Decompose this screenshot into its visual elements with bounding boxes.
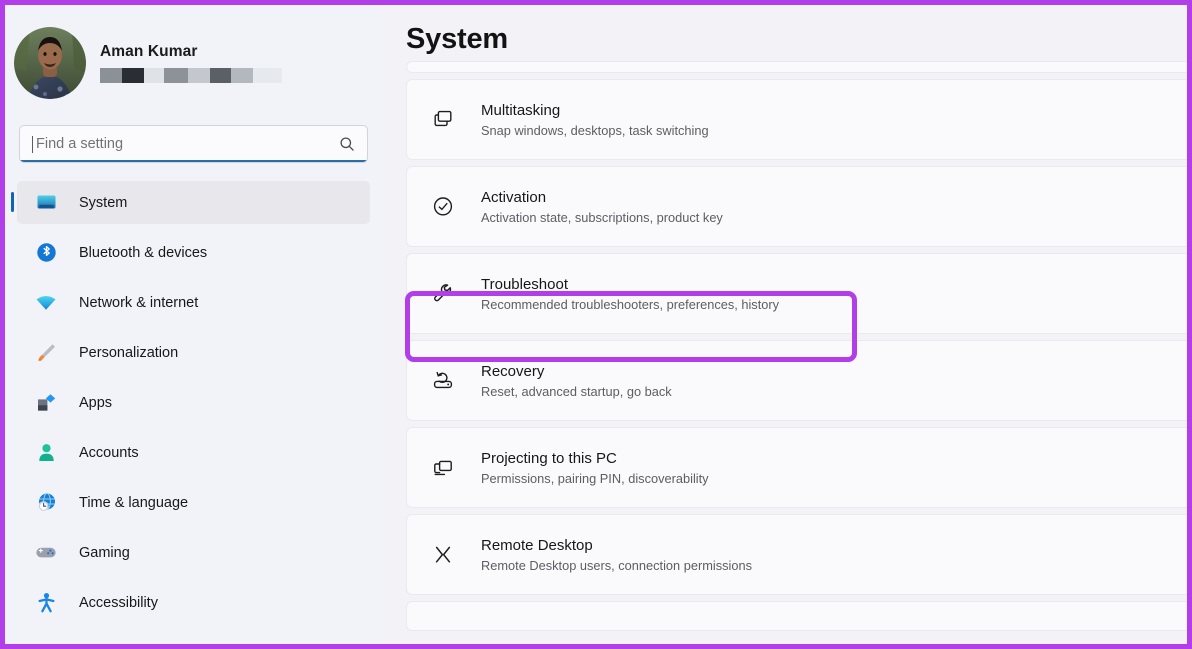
settings-row-text: Activation Activation state, subscriptio…: [481, 189, 723, 225]
personalization-brush-icon: [35, 342, 57, 364]
page-title: System: [406, 23, 508, 55]
recovery-drive-icon: [427, 365, 459, 397]
accessibility-person-icon: [35, 592, 57, 614]
settings-row-projecting[interactable]: Projecting to this PC Permissions, pairi…: [406, 427, 1187, 508]
sidebar-item-accounts[interactable]: Accounts: [17, 431, 370, 474]
sidebar-item-label: Accounts: [79, 444, 139, 461]
system-icon: [35, 192, 57, 214]
activation-check-circle-icon: [427, 191, 459, 223]
sidebar-item-label: Time & language: [79, 494, 189, 511]
sidebar-nav: System Bluetooth & devices Network & int…: [5, 181, 382, 624]
projecting-screens-icon: [427, 452, 459, 484]
sidebar-item-label: Network & internet: [79, 294, 199, 311]
sidebar-item-system[interactable]: System: [11, 181, 370, 224]
settings-list: Multitasking Snap windows, desktops, tas…: [406, 61, 1187, 631]
sidebar-item-time-language[interactable]: Time & language: [17, 481, 370, 524]
sidebar-item-personalization[interactable]: Personalization: [17, 331, 370, 374]
profile-text: Aman Kumar: [100, 43, 282, 83]
sidebar: Aman Kumar Find a setting System Bluetoo…: [5, 5, 382, 644]
settings-row-partial-bottom[interactable]: [406, 601, 1187, 631]
accounts-person-icon: [35, 442, 57, 464]
settings-row-subtitle: Recommended troubleshooters, preferences…: [481, 296, 780, 312]
settings-row-remote-desktop[interactable]: Remote Desktop Remote Desktop users, con…: [406, 514, 1187, 595]
settings-row-text: Remote Desktop Remote Desktop users, con…: [481, 537, 752, 573]
settings-row-troubleshoot[interactable]: Troubleshoot Recommended troubleshooters…: [406, 253, 1187, 334]
sidebar-item-label: Apps: [79, 394, 113, 411]
network-icon: [35, 292, 57, 314]
sidebar-item-network-internet[interactable]: Network & internet: [17, 281, 370, 324]
settings-row-subtitle: Remote Desktop users, connection permiss…: [481, 557, 752, 573]
settings-row-subtitle: Permissions, pairing PIN, discoverabilit…: [481, 470, 709, 486]
search-placeholder: Find a setting: [36, 136, 124, 152]
sidebar-item-bluetooth-devices[interactable]: Bluetooth & devices: [17, 231, 370, 274]
sidebar-item-label: Personalization: [79, 344, 179, 361]
profile-email-redacted: [100, 68, 282, 83]
settings-row-partial-top[interactable]: [406, 61, 1187, 73]
settings-row-subtitle: Snap windows, desktops, task switching: [481, 122, 709, 138]
settings-row-title: Recovery: [481, 362, 545, 380]
text-caret: [32, 135, 33, 153]
sidebar-item-accessibility[interactable]: Accessibility: [17, 581, 370, 624]
search-icon[interactable]: [339, 136, 355, 152]
settings-row-text: Troubleshoot Recommended troubleshooters…: [481, 276, 779, 312]
settings-row-text: Multitasking Snap windows, desktops, tas…: [481, 102, 709, 138]
remote-desktop-chevrons-icon: [427, 539, 459, 571]
settings-row-recovery[interactable]: Recovery Reset, advanced startup, go bac…: [406, 340, 1187, 421]
settings-row-multitasking[interactable]: Multitasking Snap windows, desktops, tas…: [406, 79, 1187, 160]
content-pane: System Multitasking Snap windows, deskto…: [382, 5, 1187, 644]
search-input[interactable]: Find a setting: [19, 125, 368, 163]
settings-row-activation[interactable]: Activation Activation state, subscriptio…: [406, 166, 1187, 247]
settings-window: Aman Kumar Find a setting System Bluetoo…: [0, 0, 1192, 649]
sidebar-item-label: Bluetooth & devices: [79, 244, 208, 261]
sidebar-item-gaming[interactable]: Gaming: [17, 531, 370, 574]
settings-row-title: Multitasking: [481, 101, 561, 119]
settings-row-text: Projecting to this PC Permissions, pairi…: [481, 450, 709, 486]
settings-row-title: Remote Desktop: [481, 536, 593, 554]
time-language-globe-icon: [35, 492, 57, 514]
gaming-controller-icon: [35, 542, 57, 564]
avatar[interactable]: [14, 27, 86, 99]
troubleshoot-wrench-icon: [427, 278, 459, 310]
multitasking-windows-icon: [427, 104, 459, 136]
settings-row-text: Recovery Reset, advanced startup, go bac…: [481, 363, 672, 399]
apps-icon: [35, 392, 57, 414]
sidebar-item-apps[interactable]: Apps: [17, 381, 370, 424]
sidebar-item-label: Gaming: [79, 544, 130, 561]
profile-name: Aman Kumar: [100, 43, 198, 60]
sidebar-item-label: Accessibility: [79, 594, 158, 611]
settings-row-title: Troubleshoot: [481, 275, 568, 293]
settings-row-subtitle: Reset, advanced startup, go back: [481, 383, 672, 399]
profile-section[interactable]: Aman Kumar: [5, 15, 382, 103]
settings-row-title: Projecting to this PC: [481, 449, 617, 467]
settings-row-subtitle: Activation state, subscriptions, product…: [481, 209, 723, 225]
sidebar-item-label: System: [79, 194, 128, 211]
bluetooth-icon: [35, 242, 57, 264]
settings-row-title: Activation: [481, 188, 547, 206]
